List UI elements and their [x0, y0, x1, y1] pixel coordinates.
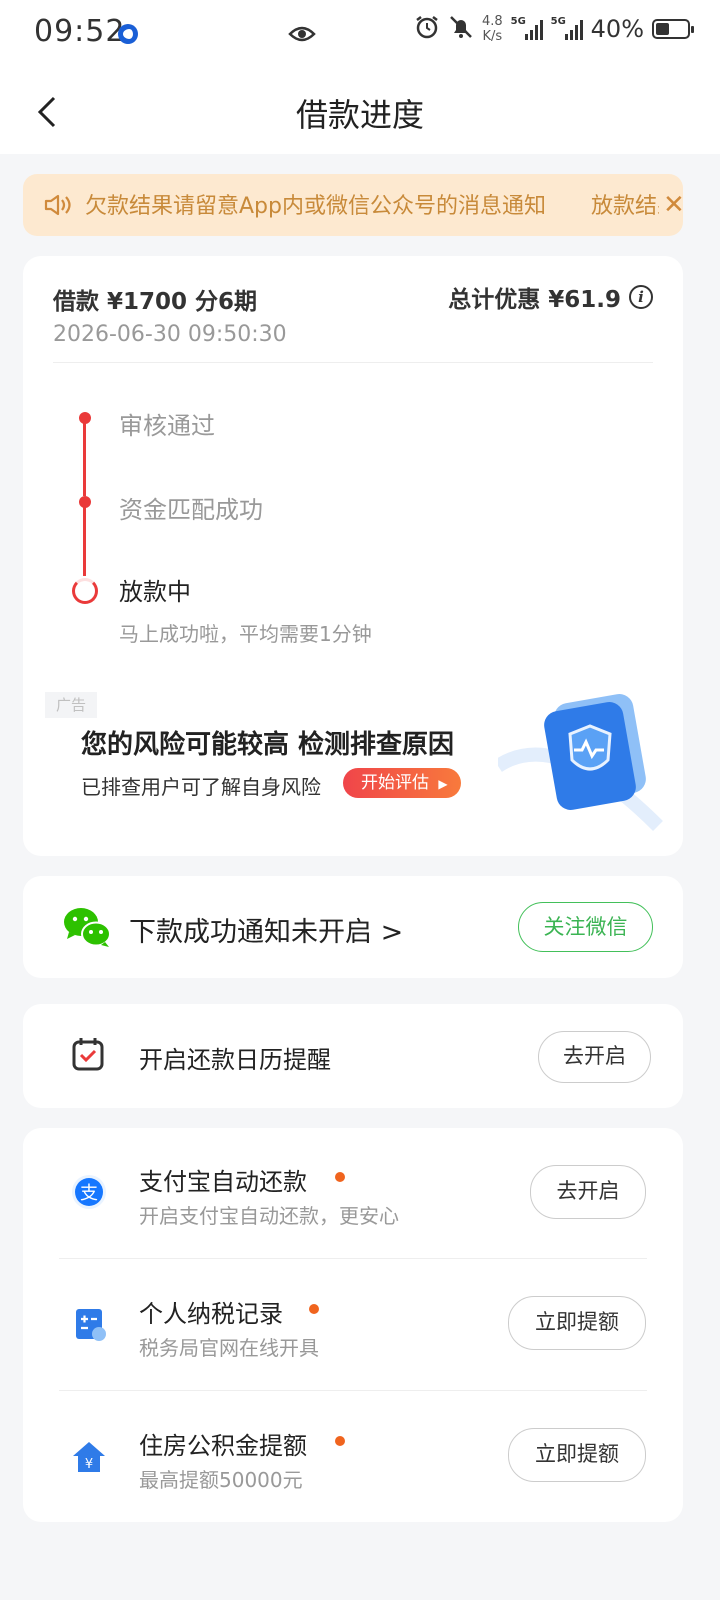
timeline-line [83, 504, 86, 576]
timeline-step: 审核通过 [119, 412, 215, 440]
status-bar: 09:52 4.8 K/s 5G 5G 40% [0, 0, 720, 70]
discount-total[interactable]: 总计优惠 ¥61.9 i [448, 280, 653, 314]
svg-text:¥: ¥ [85, 1457, 93, 1472]
info-icon[interactable]: i [629, 285, 653, 309]
svg-text:支: 支 [80, 1183, 98, 1204]
new-dot-badge [335, 1172, 345, 1182]
start-assessment-button[interactable]: 开始评估 ▶ [343, 768, 461, 798]
start-assessment-label: 开始评估 [361, 773, 429, 793]
loan-time: 2026-06-30 09:50:30 [53, 322, 287, 347]
battery-icon [652, 19, 694, 39]
housing-fund-icon: ¥ [71, 1440, 107, 1478]
timeline-step-note: 马上成功啦，平均需要1分钟 [119, 622, 372, 646]
close-icon[interactable]: ✕ [663, 192, 685, 218]
status-time: 09:52 [34, 14, 126, 49]
calendar-reminder-card: 开启还款日历提醒 去开启 [23, 1004, 683, 1108]
signal-icon-2: 5G [550, 16, 583, 40]
housing-fund-raise-limit-button[interactable]: 立即提额 [508, 1428, 646, 1482]
divider [59, 1390, 647, 1391]
enable-calendar-button[interactable]: 去开启 [538, 1031, 651, 1083]
divider [59, 1258, 647, 1259]
notice-text: 欠款结果请留意App内或微信公众号的消息通知 [85, 194, 546, 219]
service-title: 支付宝自动还款 [139, 1168, 307, 1196]
network-type-1: 5G [510, 16, 526, 27]
wechat-icon [63, 906, 111, 952]
loan-summary: 借款 ¥1700 分6期 [53, 289, 258, 315]
new-dot-badge [309, 1304, 319, 1314]
tax-record-icon [75, 1308, 107, 1346]
timeline-step: 资金匹配成功 [119, 496, 263, 524]
ad-title[interactable]: 您的风险可能较高 检测排查原因 [81, 724, 454, 761]
alarm-icon [414, 14, 440, 44]
alipay-icon: 支 [71, 1174, 107, 1214]
enable-alipay-autopay-button[interactable]: 去开启 [530, 1165, 646, 1219]
service-title: 个人纳税记录 [139, 1300, 283, 1328]
calendar-reminder-title: 开启还款日历提醒 [139, 1046, 331, 1074]
calendar-check-icon [71, 1036, 105, 1076]
follow-wechat-button[interactable]: 关注微信 [518, 902, 653, 952]
loading-spinner-icon [72, 578, 98, 604]
notice-text-tail: 放款结果 [591, 194, 659, 219]
battery-percent: 40% [590, 15, 644, 43]
shield-phone-illustration-icon [494, 686, 668, 840]
loan-progress-card: 借款 ¥1700 分6期 总计优惠 ¥61.9 i 2026-06-30 09:… [23, 256, 683, 856]
speed-value: 4.8 [481, 14, 503, 29]
mute-bell-icon [448, 14, 474, 44]
tax-raise-limit-button[interactable]: 立即提额 [508, 1296, 646, 1350]
divider [53, 362, 653, 363]
service-subtitle: 最高提额50000元 [139, 1468, 303, 1492]
timeline-step-current: 放款中 [119, 578, 191, 606]
services-card: 支 支付宝自动还款 开启支付宝自动还款，更安心 去开启 个人纳税记录 税务局官网… [23, 1128, 683, 1522]
notice-banner: 欠款结果请留意App内或微信公众号的消息通知 放款结果 ✕ [23, 174, 685, 236]
timeline-line [83, 420, 86, 496]
service-title: 住房公积金提额 [139, 1432, 307, 1460]
play-arrow-icon: ▶ [438, 777, 448, 791]
new-dot-badge [335, 1436, 345, 1446]
wechat-notify-text[interactable]: 下款成功通知未开启 > [129, 910, 403, 949]
wechat-notify-card[interactable]: 下款成功通知未开启 > 关注微信 [23, 876, 683, 978]
eye-icon [288, 24, 316, 48]
signal-icon-1: 5G [510, 16, 543, 40]
speed-unit: K/s [482, 29, 503, 44]
network-speed: 4.8 K/s [482, 14, 503, 44]
service-subtitle: 税务局官网在线开具 [139, 1336, 319, 1360]
ad-tag: 广告 [45, 692, 97, 718]
service-subtitle: 开启支付宝自动还款，更安心 [139, 1204, 399, 1228]
app-notification-icon [118, 24, 138, 44]
ad-subtitle: 已排查用户可了解自身风险 [81, 775, 321, 799]
network-type-2: 5G [550, 16, 566, 27]
discount-label: 总计优惠 ¥61.9 [448, 287, 621, 313]
top-header: 借款进度 [0, 70, 720, 154]
page-title: 借款进度 [295, 96, 424, 134]
speaker-icon [43, 192, 73, 222]
